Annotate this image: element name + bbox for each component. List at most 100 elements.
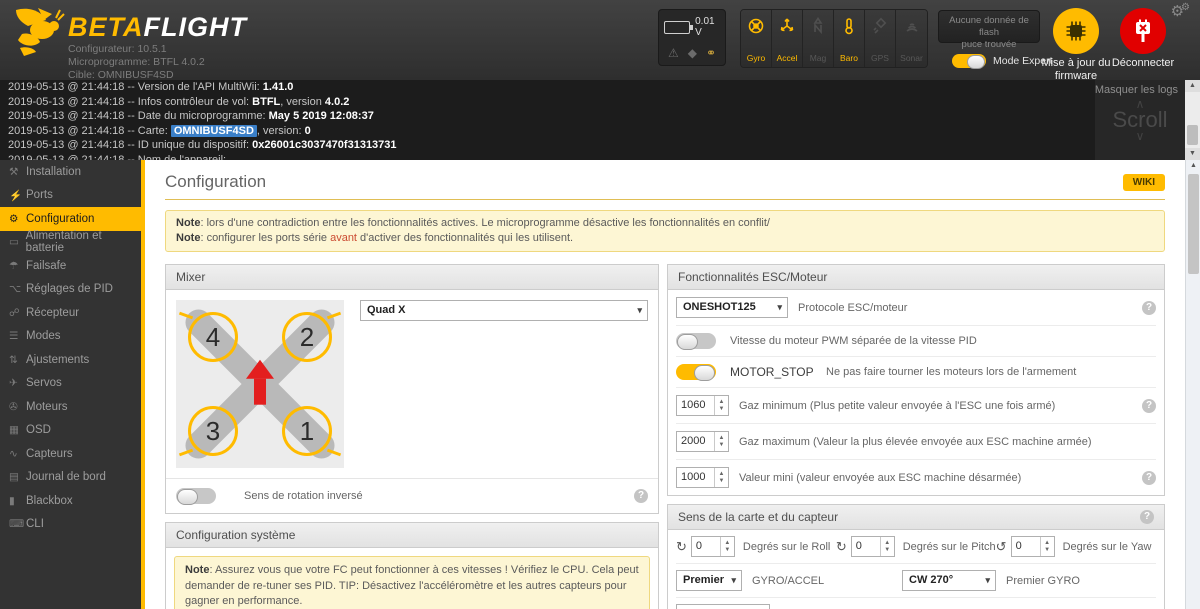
battery-status-box: 0.01 V ⚠ ◆ ⚭ [658,9,726,66]
spinner-arrows-icon[interactable]: ▲ ▼ [714,432,728,451]
reversed-motor-direction-toggle[interactable] [176,488,216,505]
sidebar-item-sensors[interactable]: ∿ Capteurs [0,442,141,466]
sliders-icon: ⇅ [9,353,18,366]
expert-mode-toggle[interactable] [952,54,986,69]
configuration-tab-content: Configuration WIKI Note: lors d'une cont… [145,160,1185,609]
gyro-accel-align-label: GYRO/ACCEL [752,574,825,587]
sidebar-item-ports[interactable]: ⚡ Ports [0,184,141,208]
terminal-icon: ⌨ [9,518,25,531]
help-icon[interactable]: ? [1140,510,1154,524]
esc-motor-features-header: Fonctionnalités ESC/Moteur [668,265,1164,290]
betaflight-configurator-window: BETAFLIGHT Configurateur: 10.5.1 Micropr… [0,0,1200,609]
gyro-accel-align-select[interactable]: Premier [676,570,742,591]
firmware-update-button[interactable] [1053,8,1099,54]
motor-icon: ✇ [9,400,18,413]
help-icon[interactable]: ? [1142,470,1156,485]
disconnect-button[interactable] [1120,8,1166,54]
mag-align-select[interactable]: Défaut [676,604,770,609]
system-configuration-header: Configuration système [166,523,658,548]
battery-icon [664,20,694,34]
system-configuration-panel: Configuration système Note: Assurez vous… [165,522,659,609]
spinner-arrows-icon[interactable]: ▲ ▼ [714,396,728,415]
sidebar-item-installation[interactable]: ⚒ Installation [0,160,141,184]
roll-degrees-input[interactable]: 0 ▲ ▼ [690,536,735,557]
scrollbar-down-arrow[interactable]: ▼ [1185,148,1200,160]
min-command-input[interactable]: 1000 ▲ ▼ [676,467,729,488]
spinner-arrows-icon[interactable]: ▲ ▼ [1039,537,1054,556]
sidebar-item-modes[interactable]: ☰ Modes [0,325,141,349]
sidebar-item-servos[interactable]: ✈ Servos [0,372,141,396]
pwm-separate-speed-label: Vitesse du moteur PWM séparée de la vite… [730,335,977,347]
scrollbar-thumb[interactable] [1188,174,1199,274]
gear-icon: ⚙ [9,212,19,225]
sidebar-item-motors[interactable]: ✇ Moteurs [0,395,141,419]
mixer-panel: Mixer 4 2 3 1 Quad X ▾ Sens de rotation … [165,264,659,514]
sidebar-item-blackbox[interactable]: ▮ Blackbox [0,489,141,513]
modes-icon: ☰ [9,330,19,343]
hide-logs-link[interactable]: Masquer les logs [1095,84,1178,96]
mixer-type-select[interactable]: Quad X [360,300,648,321]
spinner-arrows-icon[interactable]: ▲ ▼ [879,537,894,556]
sidebar-item-adjustments[interactable]: ⇅ Ajustements [0,348,141,372]
scroll-down-chevron-icon[interactable]: ∨ [1136,130,1145,142]
sensor-status-bar: Gyro Accel Mag Baro GPS Sonar [740,9,928,68]
pitch-rotation-icon: ↻ [835,538,847,554]
pitch-degrees-label: Degrés sur le Pitch [902,540,996,553]
roll-rotation-icon: ↻ [676,538,687,554]
log-console: 2019-05-13 @ 21:44:18 -- Version de l'AP… [0,80,1185,160]
sidebar-item-configuration[interactable]: ⚙ Configuration [0,207,141,231]
sidebar-item-failsafe[interactable]: ☂ Failsafe [0,254,141,278]
log-scrollbar[interactable]: ▲ ▼ [1185,80,1200,160]
sidebar-item-pid-tuning[interactable]: ⌥ Réglages de PID [0,278,141,302]
osd-screen-icon: ▦ [9,424,19,437]
first-gyro-align-select[interactable]: CW 270° [902,570,996,591]
yaw-rotation-icon: ↺ [995,538,1007,554]
page-title: Configuration [165,172,267,191]
scrollbar-up-arrow[interactable]: ▲ [1186,160,1200,172]
firmware-version: Microprogramme: BTFL 4.0.2 [68,56,205,68]
yaw-degrees-input[interactable]: 0 ▲ ▼ [1010,536,1055,557]
sensor-gyro: Gyro [741,10,772,67]
board-sensor-alignment-header: Sens de la carte et du capteur ? [668,505,1164,530]
logbook-icon: ▤ [9,471,19,484]
sidebar-item-osd[interactable]: ▦ OSD [0,419,141,443]
receiver-icon: ☍ [9,306,20,319]
sidebar-item-logbook[interactable]: ▤ Journal de bord [0,466,141,490]
sidebar-item-receiver[interactable]: ☍ Récepteur [0,301,141,325]
yaw-degrees-label: Degrés sur le Yaw [1062,540,1152,553]
max-throttle-input[interactable]: 2000 ▲ ▼ [676,431,729,452]
wiki-button[interactable]: WIKI [1122,173,1165,191]
help-icon[interactable]: ? [634,489,648,503]
sitemap-icon: ⌥ [9,283,22,296]
min-command-label: Valeur mini (valeur envoyée aux ESC mach… [739,471,1022,484]
mag-icon [813,17,823,35]
scrollbar-thumb[interactable] [1187,125,1198,145]
settings-gear-icon[interactable]: ⚙⚙ [1171,2,1190,20]
min-throttle-input[interactable]: 1060 ▲ ▼ [676,395,729,416]
esc-protocol-label: Protocole ESC/moteur [798,301,908,314]
min-throttle-label: Gaz minimum (Plus petite valeur envoyée … [739,399,1056,412]
help-icon[interactable]: ? [1142,300,1156,315]
esc-motor-features-panel: Fonctionnalités ESC/Moteur ONESHOT125 Pr… [667,264,1165,496]
title-divider [165,199,1165,200]
log-entry: 2019-05-13 @ 21:44:18 -- Carte: OMNIBUSF… [8,124,311,137]
scrollbar-up-arrow[interactable]: ▲ [1185,80,1200,92]
log-entry: 2019-05-13 @ 21:44:18 -- ID unique du di… [8,139,397,152]
usb-disconnect-icon [1136,19,1150,42]
sidebar-item-cli[interactable]: ⌨ CLI [0,513,141,537]
sensor-gps: GPS [865,10,896,67]
pwm-separate-speed-toggle[interactable] [676,333,716,350]
help-icon[interactable]: ? [1142,398,1156,413]
content-scrollbar[interactable]: ▲ [1185,160,1200,609]
pitch-degrees-input[interactable]: 0 ▲ ▼ [850,536,895,557]
sidebar-item-power-battery[interactable]: ▭ Alimentation et batterie [0,230,141,254]
motor-stop-toggle[interactable] [676,364,716,381]
spinner-arrows-icon[interactable]: ▲ ▼ [719,537,734,556]
failsafe-icon: ◆ [687,46,697,60]
gyro-icon [748,18,764,34]
esc-protocol-select[interactable]: ONESHOT125 [676,297,788,318]
blackbox-icon: ▮ [9,494,15,507]
sensor-mag: Mag [803,10,834,67]
spinner-arrows-icon[interactable]: ▲ ▼ [714,468,728,487]
battery-voltage: 0.01 V [695,16,715,38]
